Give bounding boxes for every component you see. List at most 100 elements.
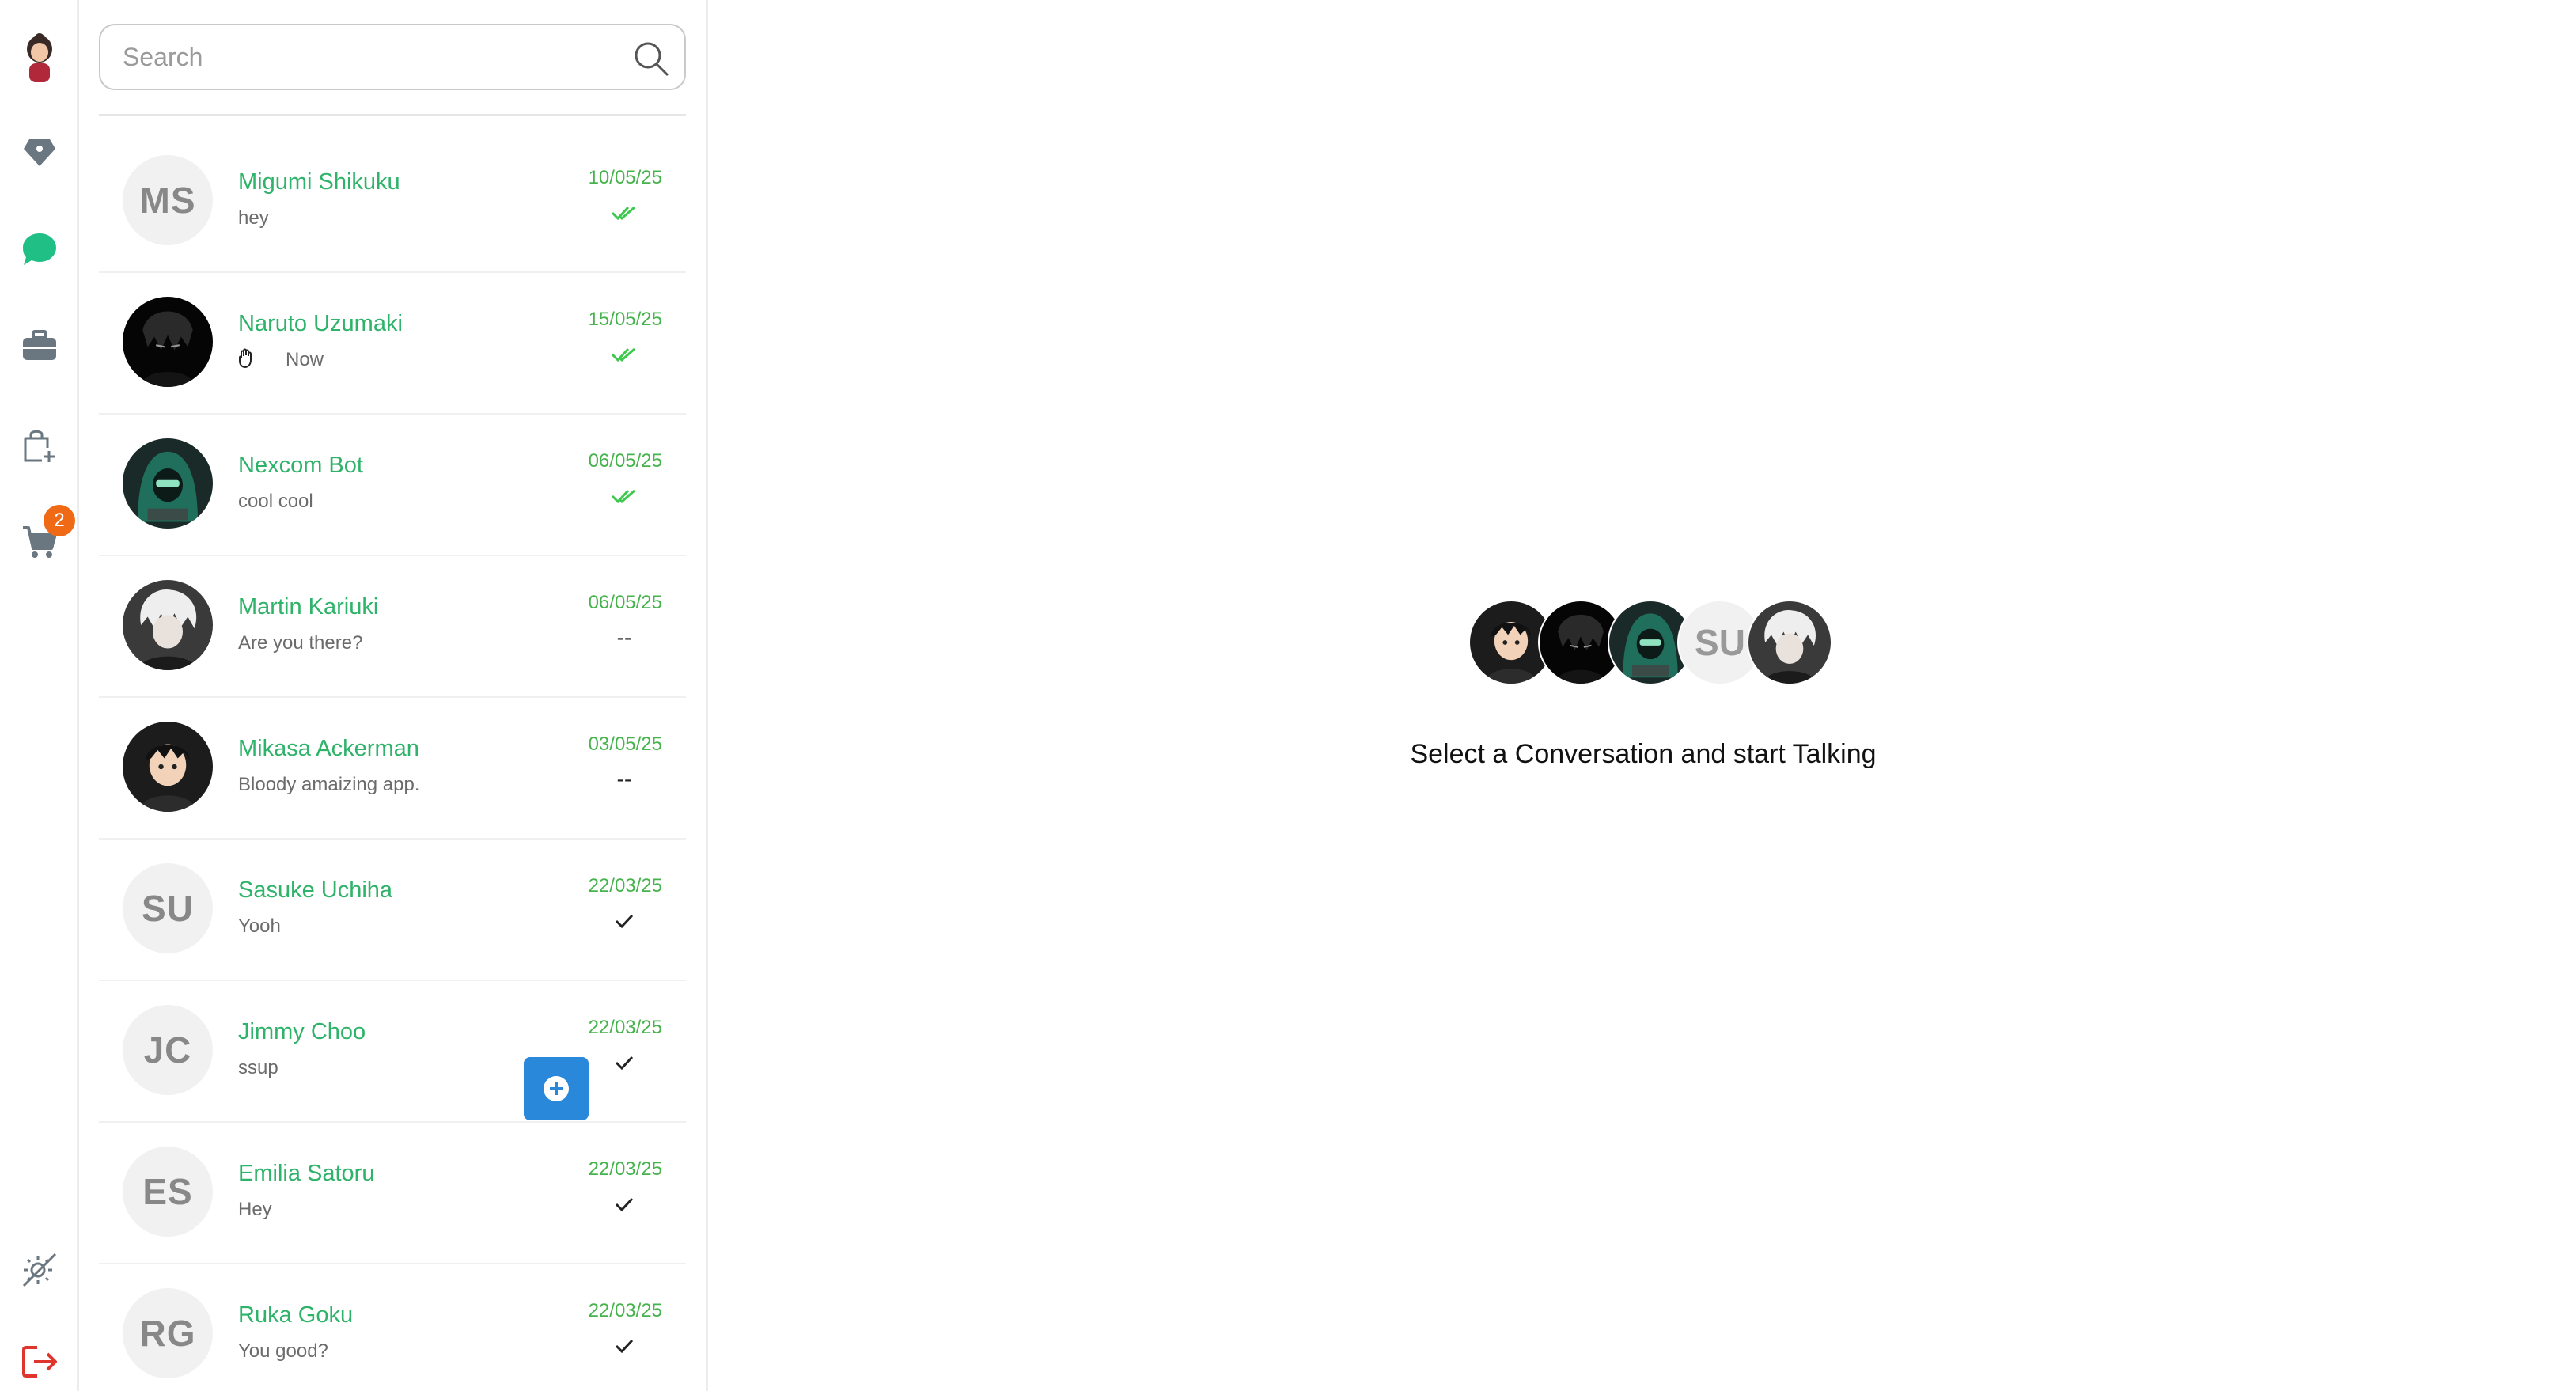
user-avatar-icon [27, 33, 52, 82]
conversation-row[interactable]: Martin Kariuki Are you there? 06/05/25 -- [99, 556, 686, 698]
logout-icon [22, 1346, 57, 1378]
conversation-row[interactable]: SU Sasuke Uchiha Yooh 22/03/25 [99, 840, 686, 981]
single-check-icon [615, 1056, 634, 1071]
conversation-date: 10/05/25 [588, 167, 662, 188]
conversation-name: Mikasa Ackerman [238, 736, 419, 761]
message-status [610, 1192, 638, 1216]
cart-count-badge: 2 [44, 505, 75, 536]
icon-rail: 2 [0, 0, 79, 1391]
single-check-icon [615, 914, 634, 929]
message-status [610, 343, 638, 366]
conversation-date: 06/05/25 [588, 450, 662, 472]
conversation-last-message: Bloody amaizing app. [238, 774, 420, 795]
conversation-last-message: You good? [238, 1340, 328, 1362]
avatar [123, 580, 213, 670]
theme-toggle[interactable] [20, 1250, 59, 1290]
add-product-nav[interactable] [20, 426, 59, 465]
hand-icon [239, 348, 252, 369]
search-icon[interactable] [632, 40, 670, 78]
message-status [610, 1051, 638, 1075]
conversation-last-message: Hey [238, 1199, 272, 1220]
diamond-nav[interactable] [20, 133, 59, 172]
no-status-indicator: -- [616, 767, 632, 791]
avatar [123, 438, 213, 529]
conversation-name: Martin Kariuki [238, 594, 379, 620]
avatar-stack: SU [1468, 600, 1840, 685]
logout-button[interactable] [20, 1342, 59, 1382]
avatar [123, 297, 213, 387]
double-check-icon [611, 489, 635, 504]
search-divider [99, 114, 686, 116]
single-check-icon [615, 1339, 634, 1354]
stack-avatar-white-hair [1747, 600, 1832, 685]
theme-toggle-icon [22, 1253, 57, 1287]
avatar: RG [123, 1288, 213, 1378]
white-hair-avatar-icon [123, 580, 213, 670]
message-status [610, 201, 638, 225]
message-status [610, 909, 638, 933]
conversation-date: 22/03/25 [588, 875, 662, 896]
avatar-initials: MS [139, 180, 196, 221]
conversation-name: Ruka Goku [238, 1302, 354, 1328]
business-nav[interactable] [20, 326, 59, 366]
conversation-row[interactable]: ES Emilia Satoru Hey 22/03/25 [99, 1123, 686, 1264]
conversation-row[interactable]: Mikasa Ackerman Bloody amaizing app. 03/05… [99, 698, 686, 840]
conversation-row[interactable]: Naruto Uzumaki Now 15/05/25 [99, 273, 686, 415]
conversation-name: Nexcom Bot [238, 453, 363, 478]
conversation-last-message: ssup [238, 1057, 278, 1078]
new-chat-floating-button[interactable] [524, 1057, 589, 1120]
double-check-icon [611, 206, 635, 221]
cart-nav[interactable]: 2 [20, 505, 75, 562]
conversation-name: Emilia Satoru [238, 1161, 375, 1186]
avatar: MS [123, 155, 213, 245]
conversation-row[interactable]: MS Migumi Shikuku hey 10/05/25 [99, 131, 686, 273]
conversation-last-message: Are you there? [238, 632, 363, 654]
conversation-name: Sasuke Uchiha [238, 877, 393, 903]
green-hacker-avatar-icon [123, 438, 213, 529]
conversation-name: Jimmy Choo [238, 1019, 366, 1044]
stack-avatar-initials-text: SU [1695, 622, 1745, 663]
avatar-initials: RG [139, 1313, 196, 1354]
avatar-initials: JC [143, 1029, 192, 1071]
search-input[interactable] [100, 25, 607, 89]
chats-nav[interactable] [20, 229, 59, 269]
avatar: JC [123, 1005, 213, 1095]
profile-avatar[interactable] [20, 33, 59, 82]
message-status [610, 484, 638, 508]
conversation-row[interactable]: Nexcom Bot cool cool 06/05/25 [99, 415, 686, 556]
conversation-row[interactable]: RG Ruka Goku You good? 22/03/25 [99, 1264, 686, 1391]
anime-boy-avatar-icon [123, 722, 213, 812]
chat-bubble-icon [23, 233, 56, 265]
message-status [610, 1334, 638, 1358]
conversation-list: MS Migumi Shikuku hey 10/05/25 Naruto Uzumak… [99, 131, 686, 1391]
main-empty-state: SU Select a Conversation and start Talki… [710, 0, 2576, 1391]
conversation-date: 22/03/25 [588, 1017, 662, 1038]
empty-state-message: Select a Conversation and start Talking [1410, 739, 1877, 769]
conversation-date: 15/05/25 [588, 309, 662, 330]
conversation-row[interactable]: JC Jimmy Choo ssup 22/03/25 [99, 981, 686, 1123]
avatar: SU [123, 863, 213, 953]
conversation-date: 22/03/25 [588, 1300, 662, 1321]
briefcase-icon [23, 330, 56, 360]
message-status: -- [610, 767, 638, 791]
single-check-icon [615, 1197, 634, 1212]
conversation-last-message: Yooh [238, 915, 281, 937]
shopping-bag-plus-icon [24, 430, 55, 462]
avatar-initials: SU [142, 888, 194, 929]
conversation-last-message: Now [286, 349, 324, 370]
conversation-last-message: hey [238, 207, 269, 229]
no-status-indicator: -- [616, 625, 632, 650]
double-check-icon [611, 347, 635, 362]
plus-circle-icon [544, 1076, 569, 1101]
conversation-last-message: cool cool [238, 491, 313, 512]
conversation-date: 06/05/25 [588, 592, 662, 613]
diamond-tag-icon [24, 139, 55, 166]
white-hair-avatar-icon [1748, 601, 1831, 684]
search-bar [99, 24, 686, 90]
conversation-date: 03/05/25 [588, 733, 662, 755]
dark-hooded-avatar-icon [123, 297, 213, 387]
message-status: -- [610, 625, 638, 650]
avatar [123, 722, 213, 812]
avatar: ES [123, 1147, 213, 1237]
conversation-date: 22/03/25 [588, 1158, 662, 1180]
